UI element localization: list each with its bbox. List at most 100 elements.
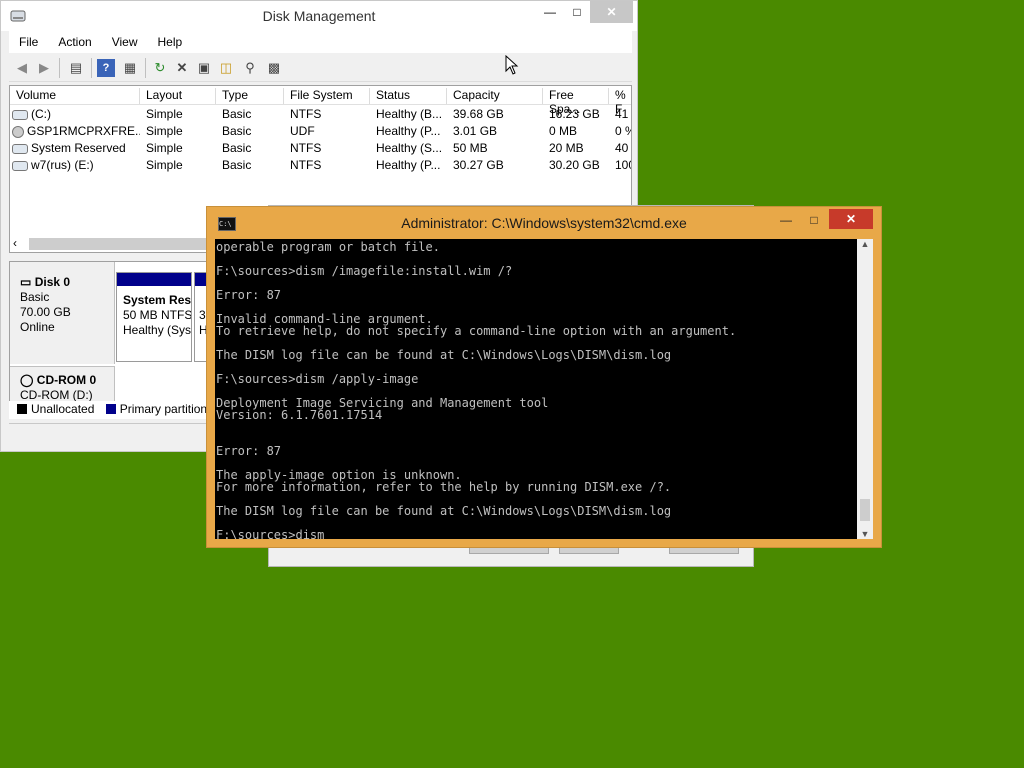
dm-toolbar: ◀ ▶ ▤ ? ▦ ↻ ✕ ▣ ◫ ⚲ ▩ bbox=[9, 54, 632, 82]
back-arrow-icon[interactable]: ◀ bbox=[13, 59, 31, 77]
cell-type: Basic bbox=[222, 107, 252, 121]
col-type[interactable]: Type bbox=[216, 88, 284, 104]
console-tree-icon[interactable]: ▤ bbox=[67, 59, 85, 77]
table-row[interactable]: w7(rus) (E:) Simple Basic NTFS Healthy (… bbox=[10, 157, 631, 174]
cell-layout: Simple bbox=[146, 124, 183, 138]
console-line: F:\sources>dism bbox=[216, 528, 325, 539]
table-row[interactable]: (C:) Simple Basic NTFS Healthy (B... 39.… bbox=[10, 106, 631, 123]
col-capacity[interactable]: Capacity bbox=[447, 88, 543, 104]
cell-layout: Simple bbox=[146, 158, 183, 172]
cell-percent-free: 40 bbox=[615, 141, 629, 155]
cell-file-system: UDF bbox=[290, 124, 315, 138]
cell-free-space: 20 MB bbox=[549, 141, 584, 155]
toolbar-separator bbox=[145, 58, 146, 78]
console-vscrollbar[interactable]: ▲ ▼ bbox=[857, 239, 873, 539]
volume-list-hscrollbar[interactable]: ‹ bbox=[9, 235, 209, 253]
console-line: The DISM log file can be found at C:\Win… bbox=[216, 348, 672, 362]
primary-swatch bbox=[105, 403, 116, 414]
toolbar-separator bbox=[91, 58, 92, 78]
forward-arrow-icon[interactable]: ▶ bbox=[35, 59, 53, 77]
menu-file[interactable]: File bbox=[9, 31, 48, 49]
legend-primary: Primary partition bbox=[119, 401, 208, 416]
scroll-down-icon[interactable]: ▼ bbox=[857, 529, 873, 539]
console-line: For more information, refer to the help … bbox=[216, 480, 672, 494]
partition-legend: Unallocated Primary partition bbox=[9, 401, 209, 419]
col-layout[interactable]: Layout bbox=[140, 88, 216, 104]
col-file-system[interactable]: File System bbox=[284, 88, 370, 104]
cmd-close-button[interactable]: ✕ bbox=[829, 209, 873, 229]
menu-view[interactable]: View bbox=[102, 31, 148, 49]
cdrom-name: CD-ROM 0 bbox=[36, 373, 97, 387]
col-volume[interactable]: Volume bbox=[10, 88, 140, 104]
menu-help[interactable]: Help bbox=[148, 31, 193, 49]
console-line: The DISM log file can be found at C:\Win… bbox=[216, 504, 672, 518]
unallocated-swatch bbox=[17, 403, 27, 414]
search-icon[interactable]: ⚲ bbox=[241, 59, 259, 77]
console-line: Error: 87 bbox=[216, 444, 282, 458]
toolbar-separator bbox=[59, 58, 60, 78]
refresh-icon[interactable]: ↻ bbox=[151, 59, 169, 77]
cd-drive-icon: ◯ bbox=[20, 373, 34, 387]
cell-volume: GSP1RMCPRXFRE... bbox=[27, 124, 140, 138]
console-line: To retrieve help, do not specify a comma… bbox=[216, 324, 737, 338]
cmd-minimize-button[interactable]: — bbox=[771, 209, 801, 231]
primary-partition-band bbox=[117, 273, 191, 286]
partition-system-reserved[interactable]: System Res 50 MB NTFS Healthy (Sys bbox=[116, 272, 192, 362]
scroll-thumb[interactable] bbox=[29, 238, 209, 250]
mouse-pointer-icon bbox=[505, 55, 519, 75]
console-line: F:\sources>dism /imagefile:install.wim /… bbox=[216, 264, 513, 278]
cell-volume: w7(rus) (E:) bbox=[31, 158, 94, 172]
cmd-titlebar[interactable]: C:\ Administrator: C:\Windows\system32\c… bbox=[207, 207, 881, 239]
partition-detail: 50 MB NTFS bbox=[123, 308, 191, 322]
partition-c-fragment-1: 3 bbox=[199, 308, 206, 322]
cell-status: Healthy (P... bbox=[376, 124, 441, 138]
dm-maximize-button[interactable]: □ bbox=[562, 1, 592, 23]
legend-unallocated: Unallocated bbox=[31, 401, 95, 416]
cell-layout: Simple bbox=[146, 141, 183, 155]
dm-minimize-button[interactable]: — bbox=[535, 1, 565, 23]
cell-layout: Simple bbox=[146, 107, 183, 121]
properties-pane-icon[interactable]: ▦ bbox=[121, 59, 139, 77]
settings-grid-icon[interactable]: ▩ bbox=[265, 59, 283, 77]
disk-0-label[interactable]: ▭ Disk 0 Basic 70.00 GB Online bbox=[10, 262, 115, 364]
console-output[interactable]: operable program or batch file. F:\sourc… bbox=[215, 239, 857, 539]
scroll-thumb[interactable] bbox=[860, 499, 870, 521]
console-text: operable program or batch file. F:\sourc… bbox=[215, 239, 857, 539]
disk-type: Basic bbox=[20, 290, 50, 304]
col-percent-free[interactable]: % F bbox=[609, 88, 631, 116]
table-row[interactable]: System Reserved Simple Basic NTFS Health… bbox=[10, 140, 631, 157]
delete-icon[interactable]: ✕ bbox=[173, 59, 191, 77]
scroll-left-icon[interactable]: ‹ bbox=[13, 236, 17, 250]
disk-size: 70.00 GB bbox=[20, 305, 71, 319]
dm-titlebar[interactable]: Disk Management — □ ✕ bbox=[1, 1, 637, 31]
cell-percent-free: 0 % bbox=[615, 124, 631, 138]
dm-status-bar bbox=[9, 423, 209, 446]
cell-free-space: 16.23 GB bbox=[549, 107, 600, 121]
volume-list-header: Volume Layout Type File System Status Ca… bbox=[10, 86, 631, 116]
cell-capacity: 30.27 GB bbox=[453, 158, 504, 172]
cmd-maximize-button[interactable]: □ bbox=[799, 209, 829, 231]
console-line: Error: 87 bbox=[216, 288, 282, 302]
disk-drive-icon: ▭ bbox=[20, 275, 32, 289]
cd-drive-icon bbox=[12, 125, 24, 138]
dm-close-button[interactable]: ✕ bbox=[590, 1, 633, 23]
cell-free-space: 30.20 GB bbox=[549, 158, 600, 172]
scroll-up-icon[interactable]: ▲ bbox=[857, 239, 873, 249]
menu-action[interactable]: Action bbox=[48, 31, 101, 49]
help-icon[interactable]: ? bbox=[97, 59, 115, 77]
col-status[interactable]: Status bbox=[370, 88, 447, 104]
open-folder-icon[interactable]: ◫ bbox=[217, 59, 235, 77]
cell-percent-free: 100 bbox=[615, 158, 631, 172]
cell-capacity: 50 MB bbox=[453, 141, 488, 155]
col-free-space[interactable]: Free Spa... bbox=[543, 88, 609, 116]
dm-menubar: File Action View Help bbox=[9, 31, 632, 53]
disk-name: Disk 0 bbox=[34, 275, 71, 289]
cdrom-drive: CD-ROM (D:) bbox=[20, 388, 93, 402]
properties-icon[interactable]: ▣ bbox=[195, 59, 213, 77]
table-row[interactable]: GSP1RMCPRXFRE... Simple Basic UDF Health… bbox=[10, 123, 631, 140]
cell-status: Healthy (B... bbox=[376, 107, 443, 121]
cell-file-system: NTFS bbox=[290, 158, 322, 172]
console-line: operable program or batch file. bbox=[216, 240, 440, 254]
cell-capacity: 39.68 GB bbox=[453, 107, 504, 121]
